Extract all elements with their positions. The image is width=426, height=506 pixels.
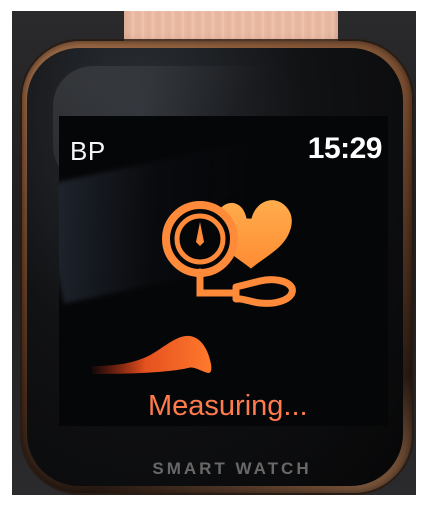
clock-time: 15:29	[307, 132, 383, 165]
measurement-status: Measuring...	[148, 390, 308, 422]
mode-label: BP	[70, 136, 106, 166]
pulse-wave-icon	[92, 335, 212, 374]
blood-pressure-heart-icon	[162, 195, 297, 307]
brand-label: SMART WATCH	[152, 459, 312, 478]
photo-frame: BP 15:29 Measuring... SMART WATCH	[12, 11, 416, 495]
